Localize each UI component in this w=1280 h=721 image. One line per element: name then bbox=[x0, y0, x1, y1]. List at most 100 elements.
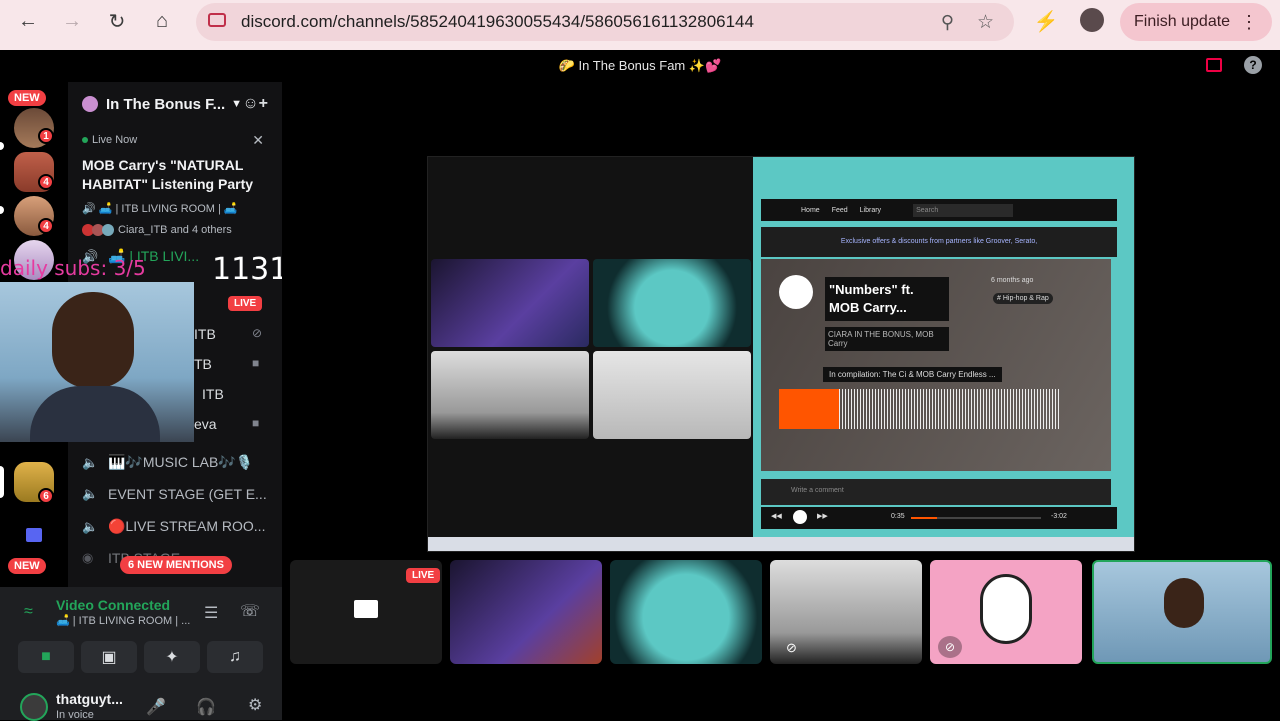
shared-video-tile bbox=[431, 351, 589, 439]
sc-seekbar[interactable] bbox=[911, 517, 1041, 519]
reload-icon[interactable]: ↻ bbox=[103, 7, 131, 35]
settings-gear-icon[interactable]: ⚙ bbox=[248, 695, 262, 715]
selected-pill bbox=[0, 466, 4, 498]
previous-icon[interactable]: ◀◀ bbox=[771, 512, 782, 520]
close-icon[interactable]: ✕ bbox=[252, 132, 264, 149]
video-tile[interactable] bbox=[450, 560, 602, 664]
live-badge: LIVE bbox=[406, 568, 441, 583]
soundboard-button[interactable]: ♫ bbox=[207, 641, 263, 673]
invite-icon[interactable]: ☺+ bbox=[242, 95, 268, 113]
mention-count-badge: 6 bbox=[38, 488, 54, 504]
sc-compilation[interactable]: In compilation: The Ci & MOB Carry Endle… bbox=[823, 367, 1002, 382]
zoom-icon[interactable]: ⚲ bbox=[941, 12, 954, 33]
extension-icon[interactable]: ⚡ bbox=[1032, 7, 1060, 35]
connection-status: Video Connected bbox=[56, 597, 171, 613]
event-channel: 🔊 🛋️ | ITB LIVING ROOM | 🛋️ bbox=[82, 203, 238, 215]
streamer-shirt bbox=[30, 386, 160, 442]
inbox-icon[interactable] bbox=[1206, 58, 1222, 72]
sc-nav-library[interactable]: Library bbox=[860, 207, 881, 214]
sc-tag[interactable]: # Hip-hop & Rap bbox=[993, 293, 1053, 304]
muted-icon: ⊘ bbox=[786, 640, 797, 655]
kebab-menu-icon[interactable]: ⋮ bbox=[1240, 12, 1258, 33]
unread-pill bbox=[0, 142, 4, 150]
avatar bbox=[980, 574, 1032, 644]
headphones-icon[interactable]: 🎧 bbox=[196, 697, 216, 717]
mention-count-badge: 1 bbox=[38, 128, 54, 144]
sc-nav-home[interactable]: Home bbox=[801, 207, 820, 214]
screen-share-stream[interactable]: Home Feed Library Search Exclusive offer… bbox=[427, 156, 1135, 552]
new-badge: NEW bbox=[8, 558, 46, 574]
soundcloud-window: Home Feed Library Search Exclusive offer… bbox=[753, 157, 1134, 551]
shared-video-tile bbox=[593, 259, 751, 347]
activities-button[interactable]: ✦ bbox=[144, 641, 200, 673]
pause-icon[interactable] bbox=[779, 275, 813, 309]
sc-artist: CIARA IN THE BONUS, MOB Carry bbox=[825, 327, 949, 351]
streamer-face bbox=[52, 292, 134, 388]
video-tile[interactable]: ⊘ bbox=[770, 560, 922, 664]
channel-music-lab[interactable]: 🔈 🎹🎶MUSIC LAB🎶🎙️ bbox=[82, 454, 253, 471]
sc-nav-feed[interactable]: Feed bbox=[832, 207, 848, 214]
sc-search[interactable]: Search bbox=[913, 203, 1014, 217]
microphone-icon[interactable]: 🎤 bbox=[146, 697, 166, 717]
shared-video-tile bbox=[593, 351, 751, 439]
server-header[interactable]: In The Bonus F... ▼ ☺+ bbox=[68, 82, 282, 126]
muted-icon: ⊘ bbox=[938, 636, 962, 658]
event-attendees: Ciara_ITB and 4 others bbox=[82, 224, 232, 236]
screen-share-icon: ▣ bbox=[101, 649, 117, 666]
speaker-icon: 🔈 bbox=[82, 486, 99, 501]
soundboard-icon: ♫ bbox=[229, 648, 241, 665]
camera-icon: ■ bbox=[41, 648, 51, 665]
server-name: In The Bonus F... bbox=[106, 95, 226, 113]
screen-share-button[interactable]: ▣ bbox=[81, 641, 137, 673]
finish-update-button[interactable]: Finish update ⋮ bbox=[1120, 3, 1272, 41]
pause-icon[interactable] bbox=[793, 510, 807, 524]
avatar-tile[interactable]: ⊘ bbox=[930, 560, 1082, 664]
stream-tile[interactable]: LIVE bbox=[290, 560, 442, 664]
voice-member-row[interactable]: eva bbox=[194, 416, 217, 432]
next-icon[interactable]: ▶▶ bbox=[817, 512, 828, 520]
folder-icon[interactable] bbox=[26, 528, 42, 542]
home-icon[interactable]: ⌂ bbox=[148, 7, 176, 35]
shared-video-tile bbox=[431, 259, 589, 347]
help-icon[interactable]: ? bbox=[1244, 56, 1262, 74]
connected-channel[interactable]: 🛋️ | ITB LIVING ROOM | ... bbox=[56, 614, 190, 627]
voice-member-row[interactable]: ITB bbox=[202, 386, 224, 402]
voice-member-row[interactable]: ITB bbox=[194, 326, 216, 342]
voice-member-row[interactable]: TB bbox=[194, 356, 212, 372]
event-title[interactable]: MOB Carry's "NATURAL HABITAT" Listening … bbox=[82, 156, 262, 194]
sc-comment-input[interactable]: Write a comment bbox=[761, 479, 1111, 505]
back-icon[interactable]: ← bbox=[14, 7, 42, 35]
live-dot-icon bbox=[82, 137, 88, 143]
user-panel: ≈ Video Connected 🛋️ | ITB LIVING ROOM |… bbox=[0, 587, 282, 721]
camera-button[interactable]: ■ bbox=[18, 641, 74, 673]
bookmark-star-icon[interactable]: ☆ bbox=[977, 11, 994, 34]
noise-suppression-icon[interactable]: ☰ bbox=[204, 603, 218, 623]
site-settings-icon[interactable] bbox=[208, 13, 226, 27]
sc-track-hero: "Numbers" ft. MOB Carry... CIARA IN THE … bbox=[761, 259, 1111, 471]
new-badge: NEW bbox=[8, 90, 46, 106]
new-mentions-button[interactable]: 6 NEW MENTIONS bbox=[120, 556, 232, 574]
speaker-icon: 🔈 bbox=[82, 518, 99, 534]
activities-icon: ✦ bbox=[165, 649, 179, 666]
streamer-face bbox=[1164, 578, 1204, 628]
avatar[interactable] bbox=[20, 693, 48, 721]
sc-player-bar: ◀◀ ▶▶ 0:35 -3:02 bbox=[761, 507, 1117, 529]
mention-count-badge: 4 bbox=[38, 218, 54, 234]
user-status: In voice bbox=[56, 709, 94, 721]
speaker-icon: 🔈 bbox=[82, 454, 99, 470]
sc-track-title: "Numbers" ft. MOB Carry... bbox=[825, 277, 949, 321]
soundcloud-nav: Home Feed Library Search bbox=[761, 199, 1117, 221]
subs-overlay: daily subs: 3/5 bbox=[0, 256, 146, 280]
profile-avatar[interactable] bbox=[1080, 8, 1104, 32]
channel-live-stream-room[interactable]: 🔈 🔴LIVE STREAM ROO... bbox=[82, 518, 265, 535]
live-badge: LIVE bbox=[228, 296, 263, 311]
video-tile[interactable] bbox=[610, 560, 762, 664]
unread-pill bbox=[0, 206, 4, 214]
sc-waveform-progress bbox=[779, 389, 839, 429]
forward-icon[interactable]: → bbox=[58, 7, 86, 35]
self-video-tile[interactable] bbox=[1092, 560, 1272, 664]
channel-title-bar: 🌮 In The Bonus Fam ✨💕 ? bbox=[0, 50, 1280, 82]
channel-event-stage[interactable]: 🔈 EVENT STAGE (GET E... bbox=[82, 486, 267, 502]
address-bar[interactable]: discord.com/channels/585240419630055434/… bbox=[196, 3, 1014, 41]
disconnect-icon[interactable]: ☏ bbox=[240, 601, 260, 621]
